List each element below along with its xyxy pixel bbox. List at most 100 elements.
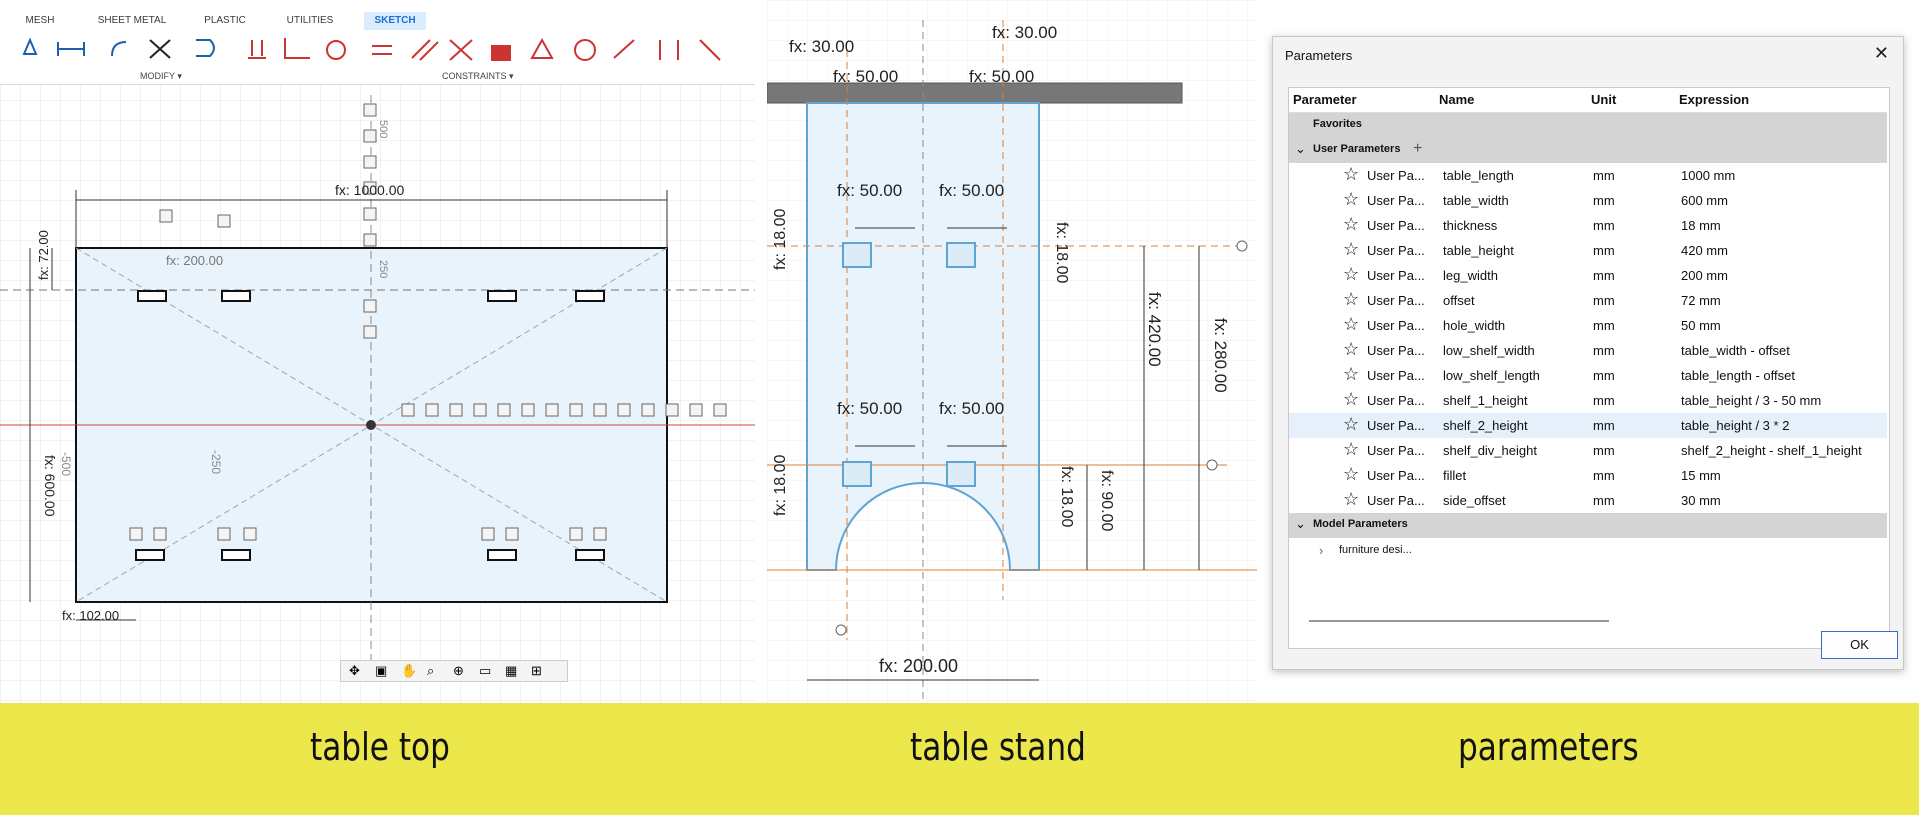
- model-parameters-row[interactable]: ⌄ Model Parameters: [1289, 513, 1887, 538]
- favorite-star-icon[interactable]: ☆: [1343, 214, 1359, 235]
- favorite-star-icon[interactable]: ☆: [1343, 239, 1359, 260]
- parameter-row[interactable]: ☆ User Pa... low_shelf_length mm table_lengt…: [1289, 363, 1887, 388]
- modify-group-label[interactable]: MODIFY ▾: [140, 71, 182, 82]
- dim-thk1-left[interactable]: fx: 18.00: [772, 209, 789, 270]
- user-parameters-row[interactable]: ⌄ User Parameters +: [1289, 138, 1887, 163]
- parameter-row[interactable]: ☆ User Pa... shelf_div_height mm shelf_2_hei…: [1289, 438, 1887, 463]
- favorite-star-icon[interactable]: ☆: [1343, 289, 1359, 310]
- concentric-constraint-icon[interactable]: [574, 39, 596, 61]
- parameter-row[interactable]: ☆ User Pa... table_height mm 420 mm: [1289, 238, 1887, 263]
- parameter-row[interactable]: ☆ User Pa... shelf_1_height mm table_height …: [1289, 388, 1887, 413]
- parameter-expression[interactable]: shelf_2_height - shelf_1_height: [1681, 443, 1862, 458]
- close-icon[interactable]: ✕: [1874, 43, 1889, 64]
- chevron-down-icon[interactable]: ⌄: [1295, 516, 1306, 532]
- parallel-lines-icon[interactable]: [411, 39, 439, 61]
- tab-mesh[interactable]: MESH: [20, 12, 60, 30]
- parameter-row[interactable]: ☆ User Pa... offset mm 72 mm: [1289, 288, 1887, 313]
- parameter-expression[interactable]: table_height / 3 - 50 mm: [1681, 393, 1821, 408]
- display-settings-icon[interactable]: ▭: [479, 663, 491, 679]
- favorite-star-icon[interactable]: ☆: [1343, 189, 1359, 210]
- favorite-star-icon[interactable]: ☆: [1343, 489, 1359, 510]
- col-unit[interactable]: Unit: [1591, 92, 1616, 107]
- favorite-star-icon[interactable]: ☆: [1343, 464, 1359, 485]
- chevron-down-icon[interactable]: ⌄: [1295, 141, 1306, 157]
- parameter-row[interactable]: ☆ User Pa... low_shelf_width mm table_width …: [1289, 338, 1887, 363]
- parameter-row[interactable]: ☆ User Pa... table_length mm 1000 mm: [1289, 163, 1887, 188]
- table-stand-canvas[interactable]: fx: 30.00 fx: 30.00 fx: 50.00 fx: 50.00 …: [767, 0, 1257, 703]
- perpendicular-constraint-icon[interactable]: [284, 38, 310, 59]
- parameter-expression[interactable]: 30 mm: [1681, 493, 1721, 508]
- dim-height[interactable]: fx: 420.00: [1145, 292, 1164, 367]
- parameter-row[interactable]: ☆ User Pa... table_width mm 600 mm: [1289, 188, 1887, 213]
- parameter-expression[interactable]: 18 mm: [1681, 218, 1721, 233]
- chevron-right-icon[interactable]: ›: [1319, 543, 1323, 558]
- parameter-row[interactable]: ☆ User Pa... leg_width mm 200 mm: [1289, 263, 1887, 288]
- triangle-constraint-icon[interactable]: [530, 37, 554, 59]
- zoom-icon[interactable]: ⌕: [427, 663, 434, 679]
- dim-hole-b2[interactable]: fx: 50.00: [939, 399, 1004, 418]
- dim-table-length[interactable]: fx: 1000.00: [335, 182, 404, 198]
- horizontal-scrollbar[interactable]: [1309, 620, 1609, 622]
- favorite-star-icon[interactable]: ☆: [1343, 414, 1359, 435]
- col-name[interactable]: Name: [1439, 92, 1474, 107]
- favorite-star-icon[interactable]: ☆: [1343, 314, 1359, 335]
- dim-top-left-b[interactable]: fx: 50.00: [833, 67, 898, 86]
- dim-thk2-right[interactable]: fx: 18.00: [1058, 466, 1075, 527]
- dim-shelf[interactable]: fx: 280.00: [1211, 318, 1230, 393]
- dim-hole-b1[interactable]: fx: 50.00: [837, 399, 902, 418]
- dim-top-right[interactable]: fx: 30.00: [992, 23, 1057, 42]
- parameter-row[interactable]: ☆ User Pa... fillet mm 15 mm: [1289, 463, 1887, 488]
- orbit-icon[interactable]: ✥: [349, 663, 360, 679]
- dim-hole-a2[interactable]: fx: 50.00: [939, 181, 1004, 200]
- col-expression[interactable]: Expression: [1679, 92, 1749, 107]
- col-parameter[interactable]: Parameter: [1293, 92, 1357, 107]
- parameter-expression[interactable]: 600 mm: [1681, 193, 1728, 208]
- favorites-row[interactable]: Favorites: [1289, 113, 1887, 138]
- parameter-expression[interactable]: 15 mm: [1681, 468, 1721, 483]
- parameter-expression[interactable]: 72 mm: [1681, 293, 1721, 308]
- tangent-constraint-icon[interactable]: [326, 40, 346, 60]
- triangle-tool-icon[interactable]: [22, 37, 38, 55]
- viewports-icon[interactable]: ⊞: [531, 663, 542, 679]
- favorite-star-icon[interactable]: ☆: [1343, 439, 1359, 460]
- grid-settings-icon[interactable]: ▦: [505, 663, 517, 679]
- parameter-expression[interactable]: table_width - offset: [1681, 343, 1790, 358]
- dim-top-left[interactable]: fx: 30.00: [789, 37, 854, 56]
- parameter-row[interactable]: ☆ User Pa... hole_width mm 50 mm: [1289, 313, 1887, 338]
- parallel-constraint-icon[interactable]: [248, 40, 266, 59]
- dim-low[interactable]: fx: 90.00: [1098, 470, 1115, 531]
- model-item-row[interactable]: › furniture desi...: [1289, 538, 1887, 563]
- perpendicular-lines-icon[interactable]: [449, 39, 473, 61]
- favorite-star-icon[interactable]: ☆: [1343, 164, 1359, 185]
- favorite-star-icon[interactable]: ☆: [1343, 264, 1359, 285]
- pan-hand-icon[interactable]: ✋: [401, 663, 417, 679]
- constraints-group-label[interactable]: CONSTRAINTS ▾: [442, 71, 514, 82]
- favorite-star-icon[interactable]: ☆: [1343, 339, 1359, 360]
- midpoint-constraint-icon[interactable]: [613, 39, 635, 59]
- dim-hole-a1[interactable]: fx: 50.00: [837, 181, 902, 200]
- add-parameter-icon[interactable]: +: [1413, 140, 1422, 158]
- curvature-constraint-icon[interactable]: [699, 39, 721, 61]
- ok-button[interactable]: OK: [1821, 631, 1898, 659]
- favorite-star-icon[interactable]: ☆: [1343, 389, 1359, 410]
- parameter-expression[interactable]: 420 mm: [1681, 243, 1728, 258]
- offset-tool-icon[interactable]: [196, 39, 215, 57]
- parameter-row[interactable]: ☆ User Pa... thickness mm 18 mm: [1289, 213, 1887, 238]
- dim-stand-width[interactable]: fx: 200.00: [879, 656, 958, 676]
- parameter-expression[interactable]: table_height / 3 * 2: [1681, 418, 1789, 433]
- dim-offset-top[interactable]: fx: 72.00: [36, 230, 51, 280]
- tab-sheet-metal[interactable]: SHEET METAL: [92, 12, 172, 30]
- dim-thk1-right[interactable]: fx: 18.00: [1053, 222, 1070, 283]
- fix-lock-icon[interactable]: [491, 45, 511, 61]
- favorite-star-icon[interactable]: ☆: [1343, 364, 1359, 385]
- fit-icon[interactable]: ⊕: [453, 663, 464, 679]
- dim-table-width[interactable]: fx: 600.00: [42, 455, 58, 517]
- parameter-expression[interactable]: 1000 mm: [1681, 168, 1735, 183]
- equal-constraint-icon[interactable]: [372, 45, 392, 55]
- parameter-expression[interactable]: 50 mm: [1681, 318, 1721, 333]
- tab-utilities[interactable]: UTILITIES: [284, 12, 336, 30]
- dimension-tool-icon[interactable]: [57, 42, 85, 56]
- table-top-canvas[interactable]: fx: 1000.00 fx: 72.00 fx: 600.00 fx: 102…: [0, 0, 755, 703]
- dim-inner[interactable]: fx: 200.00: [166, 253, 223, 268]
- tab-sketch[interactable]: SKETCH: [364, 12, 426, 30]
